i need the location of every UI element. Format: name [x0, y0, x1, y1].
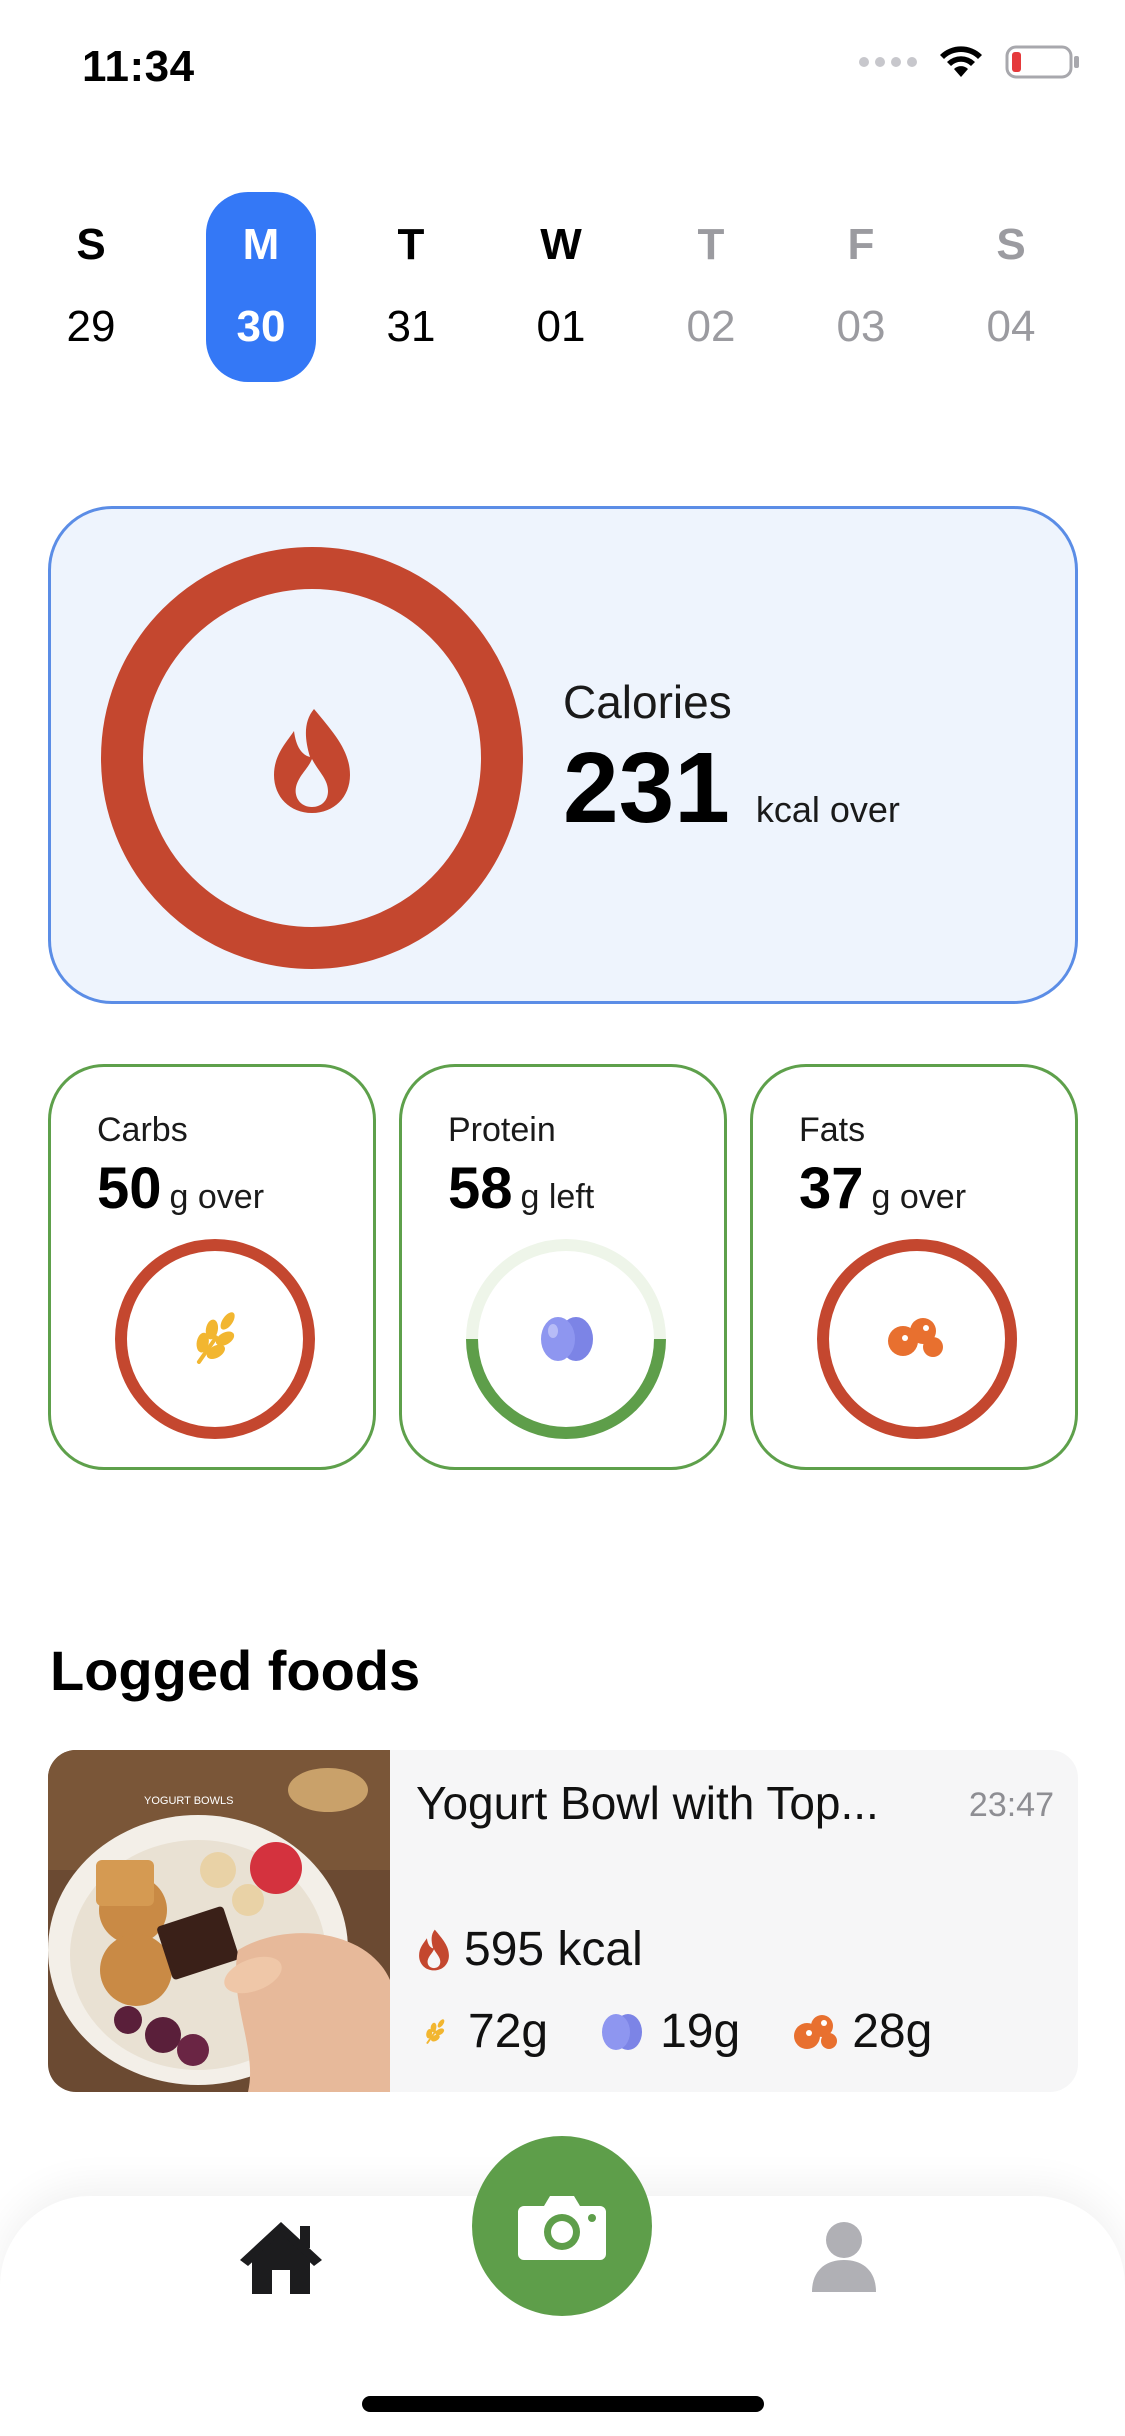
- day-sat-04[interactable]: S 04: [956, 192, 1066, 382]
- eggs-icon: [602, 2013, 643, 2050]
- protein-value: 58: [448, 1156, 513, 1221]
- day-number: 29: [66, 302, 116, 351]
- calories-label: Calories: [563, 676, 732, 728]
- day-letter: S: [76, 220, 106, 269]
- calories-ring: [101, 547, 523, 969]
- camera-icon: [518, 2196, 606, 2260]
- home-indicator[interactable]: [362, 2396, 764, 2412]
- status-indicators: [859, 44, 1081, 80]
- food-kcal-row: 595 kcal: [416, 1922, 643, 1977]
- week-selector: S 29 M 30 T 31 W 01 T 02 F 03 S 04: [36, 192, 1089, 382]
- wheat-icon: [426, 2018, 445, 2044]
- day-number: 31: [386, 302, 436, 351]
- carbs-ring: [115, 1239, 315, 1439]
- day-tue-31[interactable]: T 31: [356, 192, 466, 382]
- day-number: 30: [236, 302, 286, 351]
- logged-foods-title: Logged foods: [50, 1639, 421, 1702]
- day-thu-02[interactable]: T 02: [656, 192, 766, 382]
- fats-summary: 37 g over: [799, 1155, 966, 1222]
- fat-drops-icon: [794, 2014, 838, 2049]
- carbs-label: Carbs: [97, 1111, 188, 1149]
- protein-card[interactable]: Protein 58 g left: [399, 1064, 727, 1470]
- food-carbs: 72g: [416, 2004, 548, 2059]
- calories-summary: 231 kcal over: [563, 733, 900, 843]
- calories-unit: kcal over: [755, 789, 900, 830]
- day-letter: W: [540, 220, 582, 269]
- day-sun-29[interactable]: S 29: [36, 192, 146, 382]
- day-number: 03: [836, 302, 886, 351]
- day-letter: F: [847, 220, 875, 269]
- food-carbs-value: 72g: [468, 2005, 549, 2058]
- flame-icon: [419, 1929, 449, 1970]
- carbs-summary: 50 g over: [97, 1155, 264, 1222]
- status-time: 11:34: [82, 42, 195, 91]
- calories-value: 231: [563, 732, 730, 844]
- eggs-icon: [541, 1317, 593, 1361]
- food-fats: 28g: [792, 2004, 932, 2059]
- day-letter: T: [697, 220, 725, 269]
- fats-unit: g over: [871, 1178, 967, 1216]
- wheat-icon: [196, 1312, 235, 1364]
- day-letter: M: [242, 220, 280, 269]
- food-photo: YOGURT BOWLS: [48, 1750, 390, 2092]
- food-protein: 19g: [600, 2004, 740, 2059]
- protein-unit: g left: [520, 1178, 595, 1216]
- profile-icon[interactable]: [810, 2220, 878, 2292]
- day-wed-01[interactable]: W 01: [506, 192, 616, 382]
- wifi-icon: [940, 46, 982, 77]
- day-number: 01: [536, 302, 586, 351]
- food-fats-value: 28g: [852, 2005, 933, 2058]
- day-letter: T: [397, 220, 425, 269]
- fats-ring: [817, 1239, 1017, 1439]
- day-letter: S: [996, 220, 1026, 269]
- protein-ring: [466, 1239, 666, 1439]
- signal-icon: [859, 57, 917, 67]
- flame-icon: [274, 709, 350, 813]
- camera-button[interactable]: [472, 2136, 652, 2316]
- calories-card[interactable]: Calories 231 kcal over: [48, 506, 1078, 1004]
- food-macros: 72g 19g 28g: [416, 2004, 984, 2059]
- food-entry[interactable]: YOGURT BOWLS Yogurt Bowl with Top... 23:…: [48, 1750, 1078, 2092]
- food-time: 23:47: [968, 1786, 1054, 1824]
- battery-icon: [1005, 45, 1079, 79]
- food-kcal: 595 kcal: [464, 1923, 643, 1976]
- carbs-unit: g over: [169, 1178, 265, 1216]
- fats-value: 37: [799, 1156, 864, 1221]
- carbs-value: 50: [97, 1156, 162, 1221]
- protein-label: Protein: [448, 1111, 556, 1149]
- photo-caption: YOGURT BOWLS: [144, 1795, 233, 1807]
- food-name: Yogurt Bowl with Top...: [416, 1777, 879, 1829]
- day-number: 02: [686, 302, 736, 351]
- protein-summary: 58 g left: [448, 1155, 594, 1222]
- day-mon-30[interactable]: M 30: [206, 192, 316, 382]
- fat-drops-icon: [888, 1318, 943, 1357]
- fats-label: Fats: [799, 1111, 866, 1149]
- day-fri-03[interactable]: F 03: [806, 192, 916, 382]
- food-protein-value: 19g: [660, 2005, 741, 2058]
- fats-card[interactable]: Fats 37 g over: [750, 1064, 1078, 1470]
- day-number: 04: [986, 302, 1036, 351]
- home-icon[interactable]: [236, 2216, 326, 2296]
- carbs-card[interactable]: Carbs 50 g over: [48, 1064, 376, 1470]
